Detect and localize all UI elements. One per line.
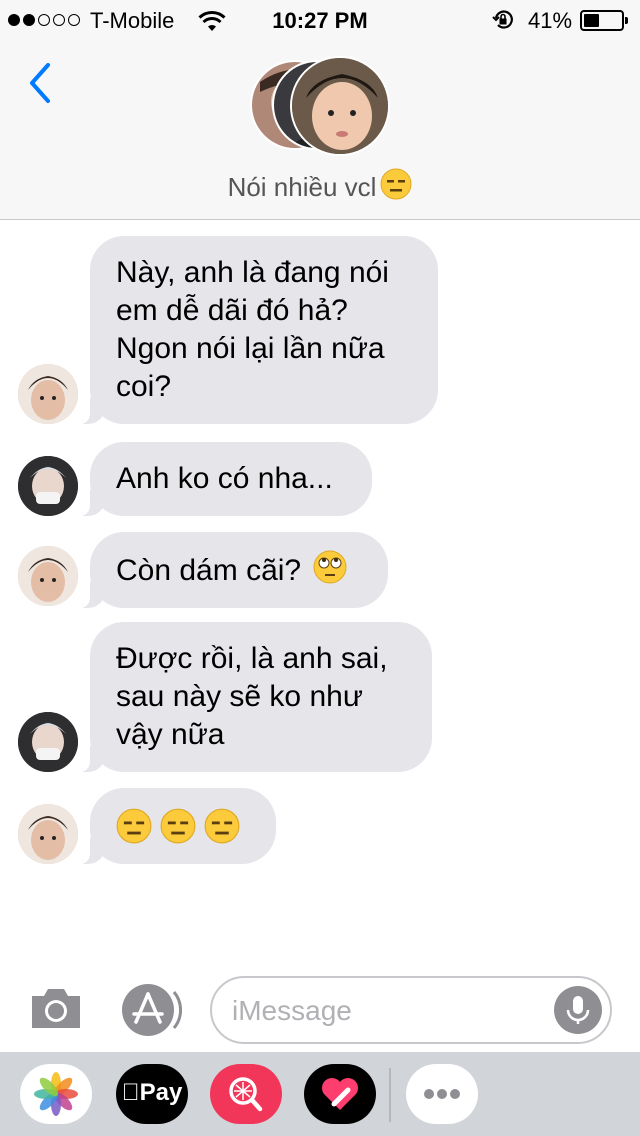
message-bubble[interactable]: Còn dám cãi?: [80, 532, 388, 608]
images-search-icon[interactable]: [210, 1064, 282, 1124]
avatar[interactable]: [18, 364, 78, 424]
apple-pay-icon[interactable]: Pay: [116, 1064, 188, 1124]
expressionless-face-icon: [116, 808, 152, 844]
conversation-header: Nói nhiều vcl: [0, 40, 640, 220]
status-bar: T-Mobile 10:27 PM 41%: [0, 0, 640, 40]
message-bubble[interactable]: [80, 788, 276, 864]
message-text: Còn dám cãi?: [116, 550, 362, 590]
group-avatars[interactable]: [250, 56, 390, 156]
message-text: Này, anh là đang nói em dễ dãi đó hả? Ng…: [116, 256, 389, 403]
microphone-icon: [566, 996, 590, 1024]
message-text: Được rồi, là anh sai, sau này sẽ ko như …: [116, 642, 388, 751]
group-name[interactable]: Nói nhiều vcl: [0, 168, 640, 203]
drawer-divider: [389, 1068, 391, 1122]
avatar[interactable]: [18, 456, 78, 516]
message-bubble[interactable]: Anh ko có nha...: [80, 442, 372, 516]
expressionless-face-icon: [204, 808, 240, 844]
more-apps-icon[interactable]: [406, 1064, 478, 1124]
photos-icon[interactable]: [20, 1064, 92, 1124]
message-list: Này, anh là đang nói em dễ dãi đó hả? Ng…: [0, 220, 640, 970]
message-input[interactable]: [232, 990, 552, 1032]
battery-icon: [580, 10, 628, 31]
microphone-button[interactable]: [554, 986, 602, 1034]
digital-touch-icon[interactable]: [304, 1064, 376, 1124]
message-bubble[interactable]: Này, anh là đang nói em dễ dãi đó hả? Ng…: [80, 236, 438, 424]
battery-percent: 41%: [528, 8, 573, 33]
camera-icon[interactable]: [28, 984, 84, 1032]
message-text: Anh ko có nha...: [116, 462, 333, 495]
app-drawer: Pay: [0, 1052, 640, 1136]
chevron-left-icon[interactable]: [22, 58, 62, 108]
expressionless-face-icon: [380, 168, 412, 200]
face-with-rolling-eyes-icon: [313, 550, 347, 584]
avatar: [290, 56, 390, 156]
avatar[interactable]: [18, 546, 78, 606]
app-store-icon[interactable]: [120, 982, 182, 1038]
message-bubble[interactable]: Được rồi, là anh sai, sau này sẽ ko như …: [80, 622, 432, 772]
avatar[interactable]: [18, 712, 78, 772]
expressionless-face-icon: [160, 808, 196, 844]
message-text: [116, 808, 250, 844]
group-name-text: Nói nhiều vcl: [227, 172, 377, 202]
rotation-lock-icon: [492, 10, 513, 29]
avatar[interactable]: [18, 804, 78, 864]
message-input-field[interactable]: [210, 976, 612, 1044]
